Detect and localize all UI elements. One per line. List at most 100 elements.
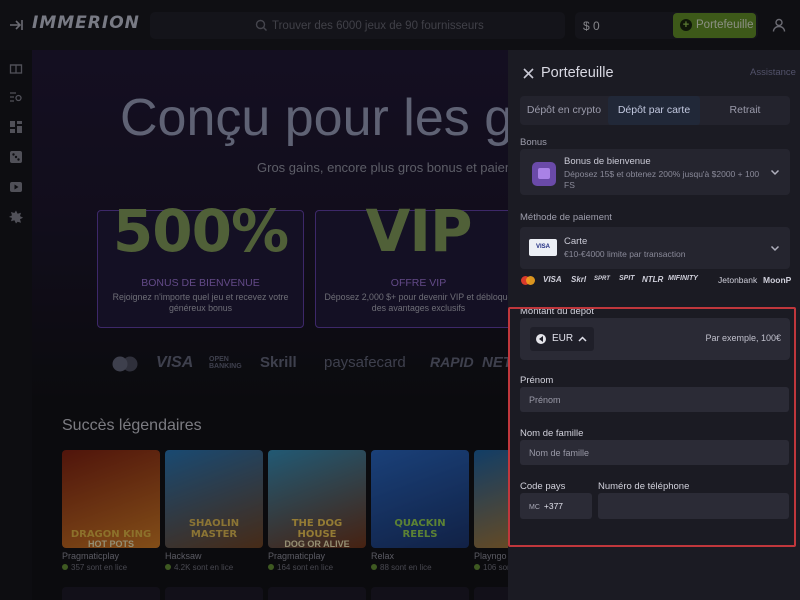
game-provider[interactable]: Playngo <box>474 551 507 561</box>
method-logo: Jetonbank <box>718 275 758 285</box>
first-name-label: Prénom <box>520 375 554 386</box>
plus-icon: + <box>680 19 692 31</box>
card-title: BONUS DE BIENVENUE <box>141 277 260 289</box>
game-provider[interactable]: Pragmaticplay <box>62 551 119 561</box>
close-icon[interactable] <box>523 68 534 79</box>
first-name-input[interactable] <box>529 387 772 412</box>
bonus-select[interactable]: Bonus de bienvenue Déposez 15$ et obtene… <box>520 149 790 195</box>
gift-icon <box>532 162 556 186</box>
game-title: SHAOLIN MASTER <box>188 518 240 540</box>
bonus-label: Bonus <box>520 137 547 148</box>
country-code-label: Code pays <box>520 481 566 492</box>
method-logo: VISA <box>543 275 562 284</box>
game-tile-partial[interactable] <box>268 587 366 600</box>
payment-logo: VISA <box>156 354 194 371</box>
wallet-button[interactable]: + Portefeuille <box>673 13 756 38</box>
tab-crypto-deposit[interactable]: Dépôt en crypto <box>520 96 608 125</box>
game-tile-partial[interactable] <box>474 587 508 600</box>
players-text: 106 sont <box>483 563 508 572</box>
first-name-field[interactable] <box>520 387 789 412</box>
method-logo: Skrl <box>571 275 587 284</box>
phone-label: Numéro de téléphone <box>598 481 690 492</box>
panel-title: Portefeuille <box>541 65 614 81</box>
method-logo: SPRT <box>594 276 610 282</box>
players-text: 164 sont en lice <box>277 563 334 572</box>
card-headline: 500% <box>112 197 289 265</box>
game-subtitle: DOG OR ALIVE <box>284 539 350 548</box>
game-tile[interactable]: HE <box>474 450 508 548</box>
last-name-field[interactable] <box>520 440 789 465</box>
last-name-label: Nom de famille <box>520 428 584 439</box>
wallet-button-label: Portefeuille <box>696 19 754 31</box>
bonus-title: Bonus de bienvenue <box>564 156 651 167</box>
hero-subtitle: Gros gains, encore plus gros bonus et pa… <box>257 160 508 175</box>
online-dot-icon <box>268 564 274 570</box>
amount-field: EUR Par exemple, 100€ <box>520 318 790 360</box>
game-title: THE DOG HOUSE <box>291 518 343 540</box>
online-dot-icon <box>62 564 68 570</box>
gift-icon[interactable] <box>9 60 23 74</box>
bonus-description: Déposez 15$ et obtenez 200% jusqu'à $200… <box>564 169 760 190</box>
currency-select[interactable]: EUR <box>530 327 594 351</box>
method-logo: NTLR <box>642 275 664 284</box>
game-tile[interactable]: QUACKIN REELS <box>371 450 469 548</box>
tab-card-deposit[interactable]: Dépôt par carte <box>608 96 700 125</box>
game-tile-partial[interactable] <box>62 587 160 600</box>
method-description: €10-€4000 limite par transaction <box>564 249 686 259</box>
search-input[interactable] <box>272 16 552 35</box>
mastercard-icon <box>521 276 535 285</box>
last-name-input[interactable] <box>529 440 772 465</box>
search-bar[interactable] <box>150 12 565 39</box>
game-provider[interactable]: Relax <box>371 551 394 561</box>
method-logo: MIFINITY <box>668 275 698 282</box>
user-icon[interactable] <box>771 17 787 33</box>
chevron-down-icon <box>770 169 780 176</box>
deposit-tabs: Dépôt en crypto Dépôt par carte Retrait <box>520 96 790 125</box>
players-count: 357 sont en lice <box>62 563 127 572</box>
phone-field[interactable] <box>598 493 789 519</box>
players-count: 88 sont en lice <box>371 563 432 572</box>
online-dot-icon <box>474 564 480 570</box>
sidebar-collapse-icon[interactable] <box>8 17 24 33</box>
game-tile-partial[interactable] <box>371 587 469 600</box>
video-icon[interactable] <box>9 180 23 194</box>
assistance-link[interactable]: Assistance <box>750 67 796 78</box>
payment-logo: NETE <box>482 354 508 371</box>
players-text: 357 sont en lice <box>71 563 128 572</box>
hero-title: Conçu pour les g <box>120 89 508 147</box>
vip-offer-card[interactable]: VIP OFFRE VIP Déposez 2,000 $+ pour deve… <box>315 197 508 328</box>
game-title: HE <box>480 529 508 540</box>
phone-input[interactable] <box>607 493 779 519</box>
game-subtitle: HOT POTS <box>87 539 134 548</box>
star-burst-icon[interactable] <box>9 210 23 224</box>
tab-withdrawal[interactable]: Retrait <box>700 96 790 125</box>
payment-method-label: Méthode de paiement <box>520 212 612 223</box>
top-bar: IMMERION $ 0 + Portefeuille <box>0 0 800 50</box>
game-title: QUACKIN REELS <box>394 518 446 540</box>
dice-icon[interactable] <box>9 150 23 164</box>
main-content: Conçu pour les g Gros gains, encore plus… <box>32 50 508 600</box>
amount-input[interactable]: Par exemple, 100€ <box>705 333 781 343</box>
card-title: OFFRE VIP <box>390 277 447 289</box>
payment-method-select[interactable]: VISA Carte €10-€4000 limite par transact… <box>520 227 790 269</box>
left-rail <box>0 50 32 600</box>
online-dot-icon <box>371 564 377 570</box>
dashboard-icon[interactable] <box>9 120 23 134</box>
search-list-icon[interactable] <box>9 90 23 104</box>
brand-logo[interactable]: IMMERION <box>32 13 140 33</box>
balance-value: $ 0 <box>583 19 600 33</box>
payment-logo: paysafecard <box>324 354 406 371</box>
welcome-bonus-card[interactable]: 500% BONUS DE BIENVENUE Rejoignez n'impo… <box>97 197 304 328</box>
game-tile[interactable]: THE DOG HOUSE DOG OR ALIVE <box>268 450 366 548</box>
game-provider[interactable]: Hacksaw <box>165 551 202 561</box>
game-tile[interactable]: SHAOLIN MASTER <box>165 450 263 548</box>
country-code-select[interactable]: MC +377 <box>520 493 592 519</box>
game-tile-partial[interactable] <box>165 587 263 600</box>
online-dot-icon <box>165 564 171 570</box>
game-provider[interactable]: Pragmaticplay <box>268 551 325 561</box>
payment-logo: RAPID <box>430 354 474 370</box>
game-tile[interactable]: DRAGON KING HOT POTS <box>62 450 160 548</box>
section-title: Succès légendaires <box>62 417 202 434</box>
mastercard-icon <box>112 356 138 372</box>
players-count: 164 sont en lice <box>268 563 333 572</box>
